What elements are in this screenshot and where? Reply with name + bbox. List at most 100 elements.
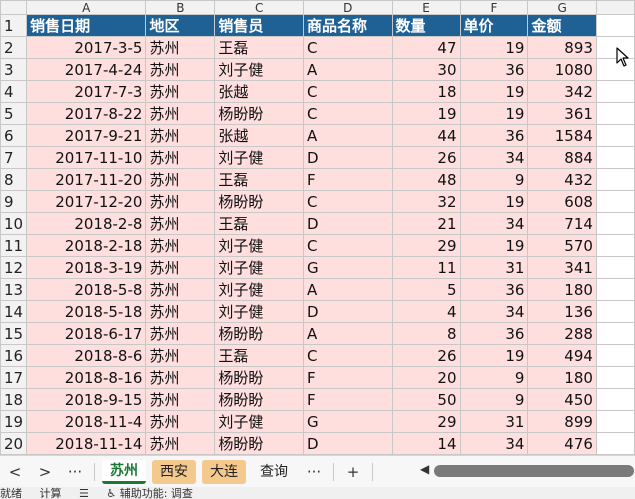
cell-qty[interactable]: 11 xyxy=(391,256,461,279)
empty-cell[interactable] xyxy=(595,80,635,103)
empty-cell[interactable] xyxy=(595,256,635,279)
cell-date[interactable]: 2018-5-8 xyxy=(26,278,147,301)
cell-price[interactable]: 34 xyxy=(459,300,529,323)
cell-product[interactable]: G xyxy=(302,410,393,433)
empty-cell[interactable] xyxy=(595,300,635,323)
cell-date[interactable]: 2018-2-18 xyxy=(26,234,147,257)
header-cell[interactable]: 销售员 xyxy=(214,14,304,37)
empty-cell[interactable] xyxy=(595,212,635,235)
cell-region[interactable]: 苏州 xyxy=(145,190,216,213)
cell-price[interactable]: 36 xyxy=(459,322,529,345)
cell-amount[interactable]: 1080 xyxy=(527,58,597,81)
empty-cell[interactable] xyxy=(595,124,635,147)
cell-date[interactable]: 2017-11-10 xyxy=(26,146,147,169)
cell-qty[interactable]: 21 xyxy=(391,212,461,235)
cell-qty[interactable]: 8 xyxy=(391,322,461,345)
cell-date[interactable]: 2017-3-5 xyxy=(26,36,147,59)
cell-date[interactable]: 2018-2-8 xyxy=(26,212,147,235)
cell-seller[interactable]: 张越 xyxy=(214,80,304,103)
cell-amount[interactable]: 342 xyxy=(527,80,597,103)
row-header[interactable]: 2 xyxy=(0,36,28,59)
header-cell[interactable]: 销售日期 xyxy=(26,14,147,37)
row-header[interactable]: 16 xyxy=(0,344,28,367)
cell-amount[interactable]: 1584 xyxy=(527,124,597,147)
cell-qty[interactable]: 30 xyxy=(391,58,461,81)
header-cell[interactable]: 商品名称 xyxy=(302,14,393,37)
cell-amount[interactable]: 341 xyxy=(527,256,597,279)
empty-cell[interactable] xyxy=(595,14,635,37)
more-sheets-left-button[interactable]: ··· xyxy=(60,463,90,481)
cell-seller[interactable]: 刘子健 xyxy=(214,300,304,323)
cell-amount[interactable]: 432 xyxy=(527,168,597,191)
row-header[interactable]: 4 xyxy=(0,80,28,103)
cell-date[interactable]: 2018-5-18 xyxy=(26,300,147,323)
empty-cell[interactable] xyxy=(595,432,635,455)
cell-region[interactable]: 苏州 xyxy=(145,344,216,367)
row-header[interactable]: 19 xyxy=(0,410,28,433)
cell-seller[interactable]: 王磊 xyxy=(214,344,304,367)
scroll-left-arrow-icon[interactable]: ◀ xyxy=(420,462,429,476)
cell-seller[interactable]: 刘子健 xyxy=(214,146,304,169)
cell-amount[interactable]: 288 xyxy=(527,322,597,345)
cell-date[interactable]: 2017-8-22 xyxy=(26,102,147,125)
row-header[interactable]: 15 xyxy=(0,322,28,345)
column-header-G[interactable]: G xyxy=(527,0,597,15)
cell-qty[interactable]: 48 xyxy=(391,168,461,191)
header-cell[interactable]: 单价 xyxy=(459,14,529,37)
cell-product[interactable]: F xyxy=(302,168,393,191)
cell-region[interactable]: 苏州 xyxy=(145,410,216,433)
column-header-A[interactable]: A xyxy=(26,0,147,15)
cell-price[interactable]: 19 xyxy=(459,234,529,257)
cell-product[interactable]: A xyxy=(302,278,393,301)
cell-region[interactable]: 苏州 xyxy=(145,58,216,81)
cell-seller[interactable]: 刘子健 xyxy=(214,256,304,279)
cell-seller[interactable]: 杨盼盼 xyxy=(214,366,304,389)
cell-seller[interactable]: 杨盼盼 xyxy=(214,102,304,125)
cell-seller[interactable]: 刘子健 xyxy=(214,234,304,257)
add-sheet-button[interactable]: + xyxy=(338,463,368,481)
cell-date[interactable]: 2017-12-20 xyxy=(26,190,147,213)
cell-date[interactable]: 2018-3-19 xyxy=(26,256,147,279)
row-header[interactable]: 10 xyxy=(0,212,28,235)
row-header[interactable]: 13 xyxy=(0,278,28,301)
cell-price[interactable]: 9 xyxy=(459,366,529,389)
cell-product[interactable]: A xyxy=(302,58,393,81)
cell-price[interactable]: 34 xyxy=(459,212,529,235)
row-header[interactable]: 8 xyxy=(0,168,28,191)
empty-cell[interactable] xyxy=(595,102,635,125)
cell-qty[interactable]: 4 xyxy=(391,300,461,323)
cell-product[interactable]: C xyxy=(302,190,393,213)
cell-region[interactable]: 苏州 xyxy=(145,80,216,103)
cell-qty[interactable]: 47 xyxy=(391,36,461,59)
more-sheets-right-button[interactable]: ··· xyxy=(299,463,329,481)
cell-amount[interactable]: 476 xyxy=(527,432,597,455)
cell-date[interactable]: 2017-9-21 xyxy=(26,124,147,147)
empty-cell[interactable] xyxy=(595,344,635,367)
sheet-tab-3[interactable]: 大连 xyxy=(202,459,246,484)
cell-product[interactable]: D xyxy=(302,300,393,323)
cell-region[interactable]: 苏州 xyxy=(145,256,216,279)
cell-product[interactable]: A xyxy=(302,124,393,147)
cell-amount[interactable]: 893 xyxy=(527,36,597,59)
cell-price[interactable]: 19 xyxy=(459,36,529,59)
row-header[interactable]: 12 xyxy=(0,256,28,279)
cell-product[interactable]: A xyxy=(302,322,393,345)
cell-price[interactable]: 19 xyxy=(459,344,529,367)
row-header[interactable]: 6 xyxy=(0,124,28,147)
column-header-C[interactable]: C xyxy=(214,0,304,15)
next-sheet-button[interactable]: > xyxy=(30,463,60,481)
cell-amount[interactable]: 884 xyxy=(527,146,597,169)
empty-cell[interactable] xyxy=(595,322,635,345)
cell-price[interactable]: 34 xyxy=(459,432,529,455)
cell-region[interactable]: 苏州 xyxy=(145,146,216,169)
row-header[interactable]: 14 xyxy=(0,300,28,323)
cell-region[interactable]: 苏州 xyxy=(145,124,216,147)
cell-region[interactable]: 苏州 xyxy=(145,278,216,301)
cell-price[interactable]: 36 xyxy=(459,124,529,147)
row-header[interactable]: 11 xyxy=(0,234,28,257)
cell-product[interactable]: D xyxy=(302,212,393,235)
cell-region[interactable]: 苏州 xyxy=(145,432,216,455)
cell-amount[interactable]: 570 xyxy=(527,234,597,257)
cell-qty[interactable]: 14 xyxy=(391,432,461,455)
cell-seller[interactable]: 王磊 xyxy=(214,168,304,191)
